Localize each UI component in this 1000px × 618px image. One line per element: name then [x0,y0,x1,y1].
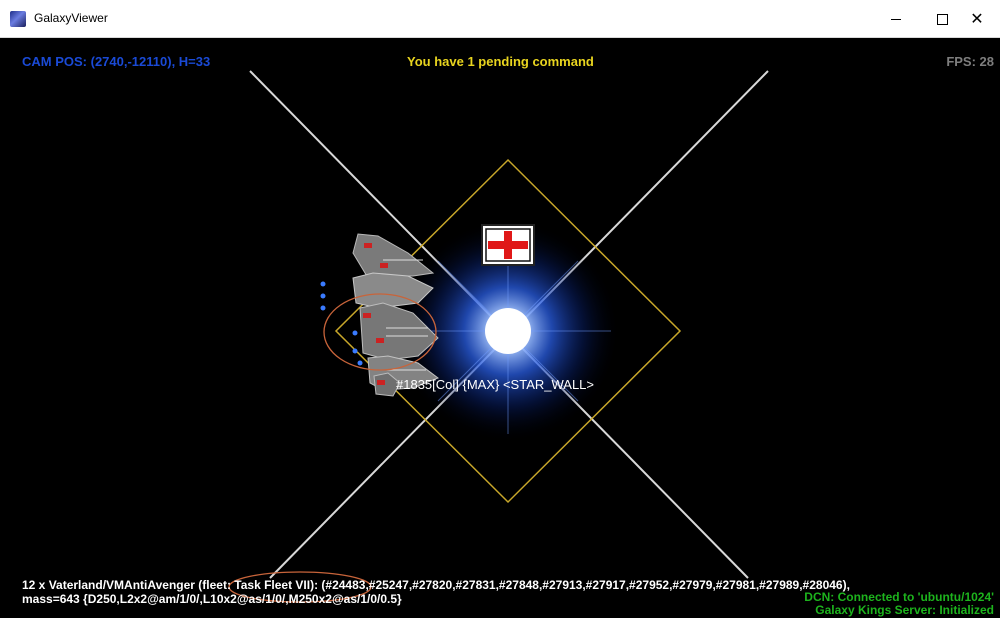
pending-command-notice: You have 1 pending command [407,54,594,69]
red-cross-flag-icon[interactable] [481,224,535,266]
star-core[interactable] [485,308,531,354]
galaxy-viewport[interactable]: CAM POS: (2740,-12110), H=33 You have 1 … [8,38,1000,618]
cam-pos-readout: CAM POS: (2740,-12110), H=33 [22,54,211,69]
galaxy-app-icon [10,11,26,27]
dcn-status: DCN: Connected to 'ubuntu/1024' [804,590,994,604]
minimize-icon [891,18,901,20]
title-bar: GalaxyViewer ✕ [0,0,1000,38]
close-button[interactable]: ✕ [954,0,1000,38]
fleet-info-panel: 12 x Vaterland/VMAntiAvenger (fleet: Tas… [22,578,850,606]
fleet-info-line-2: mass=643 {D250,L2x2@am/1/0/,L10x2@as/1/0… [22,592,402,606]
server-status: Galaxy Kings Server: Initialized [815,603,994,617]
maximize-icon [936,13,948,25]
window-title: GalaxyViewer [34,11,108,25]
minimize-button[interactable] [873,0,919,38]
close-icon: ✕ [970,11,984,28]
fleet-info-line-1: 12 x Vaterland/VMAntiAvenger (fleet: Tas… [22,578,850,592]
space-scene [228,70,769,603]
star-label: #1835[Col] {MAX} <STAR_WALL> [396,377,594,392]
fps-counter: FPS: 28 [946,54,994,69]
